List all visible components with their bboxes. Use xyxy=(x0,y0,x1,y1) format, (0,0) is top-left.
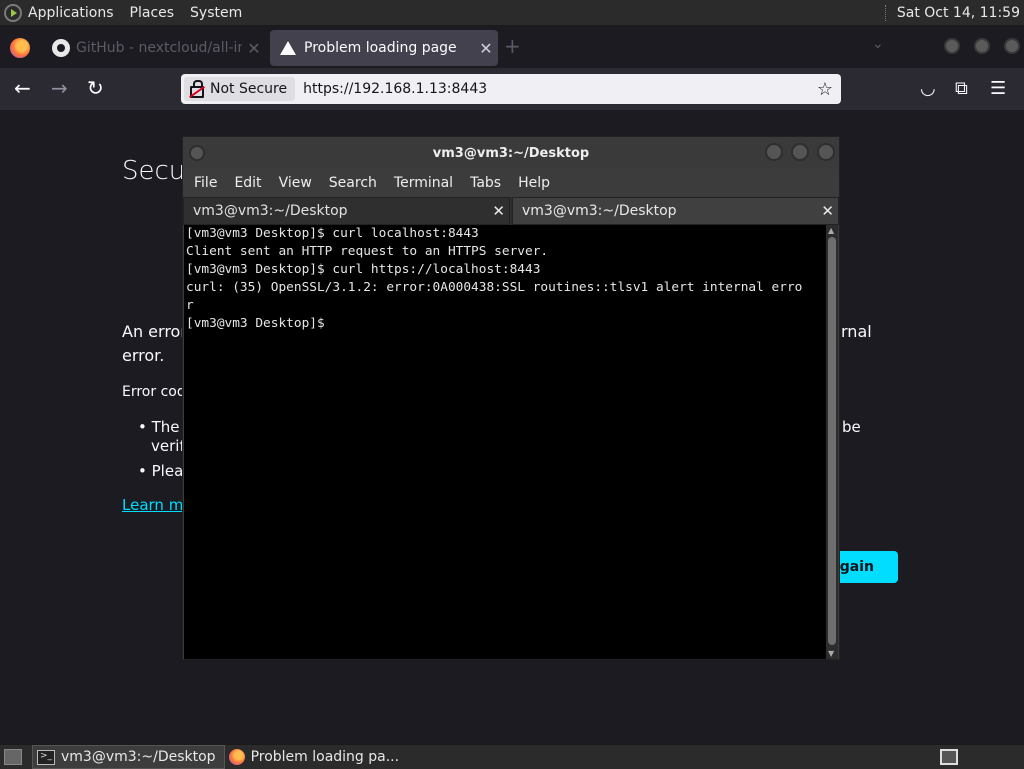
error-bullet-1: • The xyxy=(138,418,180,436)
menu-tabs[interactable]: Tabs xyxy=(461,175,509,191)
menu-help[interactable]: Help xyxy=(509,175,558,191)
terminal-tab-2[interactable]: vm3@vm3:~/Desktop ✕ xyxy=(512,197,839,225)
hamburger-menu-icon[interactable]: ☰ xyxy=(990,78,1006,99)
window-menu-icon[interactable] xyxy=(189,145,205,161)
forward-arrow-icon[interactable]: → xyxy=(51,78,68,98)
places-menu[interactable]: Places xyxy=(122,5,183,21)
terminal-tab-1[interactable]: vm3@vm3:~/Desktop ✕ xyxy=(183,197,510,225)
firefox-icon[interactable] xyxy=(10,38,30,58)
terminal-tab-label: vm3@vm3:~/Desktop xyxy=(522,203,677,219)
top-panel: Applications Places System Sat Oct 14, 1… xyxy=(0,0,1024,26)
close-tab-icon[interactable]: ✕ xyxy=(474,39,498,58)
github-icon xyxy=(52,39,70,57)
back-arrow-icon[interactable]: ← xyxy=(14,78,31,98)
terminal-title: vm3@vm3:~/Desktop xyxy=(432,145,590,161)
tab-title: Problem loading page xyxy=(304,40,457,56)
minimize-window-icon[interactable] xyxy=(944,38,960,54)
clock[interactable]: Sat Oct 14, 11:59 xyxy=(897,5,1024,21)
tab-title: GitHub - nextcloud/all-in- xyxy=(76,40,242,56)
url-bar[interactable]: Not Secure https://192.168.1.13:8443 ☆ xyxy=(181,74,841,104)
new-tab-icon[interactable]: + xyxy=(504,34,521,58)
error-description-line2: error. xyxy=(122,346,165,365)
scrollbar-thumb[interactable] xyxy=(828,237,836,645)
error-bullet-1-end: be xyxy=(842,418,861,436)
menu-edit[interactable]: Edit xyxy=(225,175,269,191)
tab-problem-loading[interactable]: Problem loading page ✕ xyxy=(270,30,498,66)
terminal-window: vm3@vm3:~/Desktop File Edit View Search … xyxy=(182,136,840,660)
workspace-switcher-icon[interactable] xyxy=(940,749,958,765)
terminal-menubar: File Edit View Search Terminal Tabs Help xyxy=(183,169,839,197)
menu-view[interactable]: View xyxy=(270,175,320,191)
terminal-line: curl: (35) OpenSSL/3.1.2: error:0A000438… xyxy=(186,280,803,295)
extensions-icon[interactable]: ⧉ xyxy=(955,78,968,99)
close-window-icon[interactable] xyxy=(1004,38,1020,54)
terminal-scrollbar[interactable]: ▲ ▼ xyxy=(826,225,838,659)
taskbar-item-firefox[interactable]: Problem loading pa... xyxy=(225,746,408,768)
terminal-line: [vm3@vm3 Desktop]$ curl localhost:8443 xyxy=(186,226,479,241)
terminal-tab-label: vm3@vm3:~/Desktop xyxy=(193,203,348,219)
menu-search[interactable]: Search xyxy=(320,175,385,191)
terminal-tab-bar: vm3@vm3:~/Desktop ✕ vm3@vm3:~/Desktop ✕ xyxy=(183,197,839,225)
site-security-button[interactable]: Not Secure xyxy=(184,77,296,101)
applications-menu-label: Applications xyxy=(28,4,114,21)
error-title: Secu xyxy=(122,156,186,186)
url-text[interactable]: https://192.168.1.13:8443 xyxy=(303,81,487,97)
terminal-output[interactable]: [vm3@vm3 Desktop]$ curl localhost:8443 C… xyxy=(184,225,827,659)
maximize-window-icon[interactable] xyxy=(791,143,809,161)
firefox-nav-bar: ← → ↻ Not Secure https://192.168.1.13:84… xyxy=(0,68,1024,110)
panel-separator xyxy=(884,4,889,21)
terminal-icon: >_ xyxy=(37,749,55,765)
bottom-panel: >_ vm3@vm3:~/Desktop Problem loading pa.… xyxy=(0,744,1024,769)
broken-lock-icon xyxy=(190,79,204,98)
not-secure-label: Not Secure xyxy=(210,81,288,97)
close-tab-icon[interactable]: ✕ xyxy=(492,202,505,220)
scroll-down-arrow-icon[interactable]: ▼ xyxy=(828,649,834,658)
show-desktop-icon[interactable] xyxy=(4,749,22,765)
scroll-up-arrow-icon[interactable]: ▲ xyxy=(828,226,834,235)
error-bullet-1-line2: verif xyxy=(151,437,185,455)
menu-terminal[interactable]: Terminal xyxy=(385,175,461,191)
pocket-icon[interactable]: ◡ xyxy=(920,78,936,99)
applications-menu[interactable]: Applications xyxy=(0,3,122,22)
taskbar-item-label: Problem loading pa... xyxy=(250,749,400,765)
firefox-tab-bar: GitHub - nextcloud/all-in- ✕ Problem loa… xyxy=(0,26,1024,68)
reload-icon[interactable]: ↻ xyxy=(87,78,104,98)
menu-file[interactable]: File xyxy=(185,175,225,191)
error-bullet-1-text: The xyxy=(151,418,180,436)
applications-icon xyxy=(4,3,22,22)
taskbar-item-terminal[interactable]: >_ vm3@vm3:~/Desktop xyxy=(32,745,225,769)
close-window-icon[interactable] xyxy=(817,143,835,161)
system-menu[interactable]: System xyxy=(182,5,250,21)
terminal-titlebar[interactable]: vm3@vm3:~/Desktop xyxy=(183,137,839,169)
terminal-prompt-line: [vm3@vm3 Desktop]$ xyxy=(186,316,333,331)
tab-github[interactable]: GitHub - nextcloud/all-in- ✕ xyxy=(40,30,266,66)
maximize-window-icon[interactable] xyxy=(974,38,990,54)
bookmark-star-icon[interactable]: ☆ xyxy=(817,79,833,100)
minimize-window-icon[interactable] xyxy=(765,143,783,161)
error-code: Error cod xyxy=(122,384,186,400)
error-description-end: rnal xyxy=(841,322,872,341)
chevron-down-icon[interactable]: ⌄ xyxy=(872,36,884,52)
error-description: An error xyxy=(122,322,187,341)
close-tab-icon[interactable]: ✕ xyxy=(821,202,834,220)
taskbar-item-label: vm3@vm3:~/Desktop xyxy=(61,749,216,765)
firefox-icon xyxy=(228,749,245,765)
warning-icon xyxy=(280,41,296,55)
terminal-line: r xyxy=(186,298,194,313)
terminal-line: [vm3@vm3 Desktop]$ curl https://localhos… xyxy=(186,262,541,277)
terminal-line: Client sent an HTTP request to an HTTPS … xyxy=(186,244,549,259)
close-tab-icon[interactable]: ✕ xyxy=(242,39,266,58)
